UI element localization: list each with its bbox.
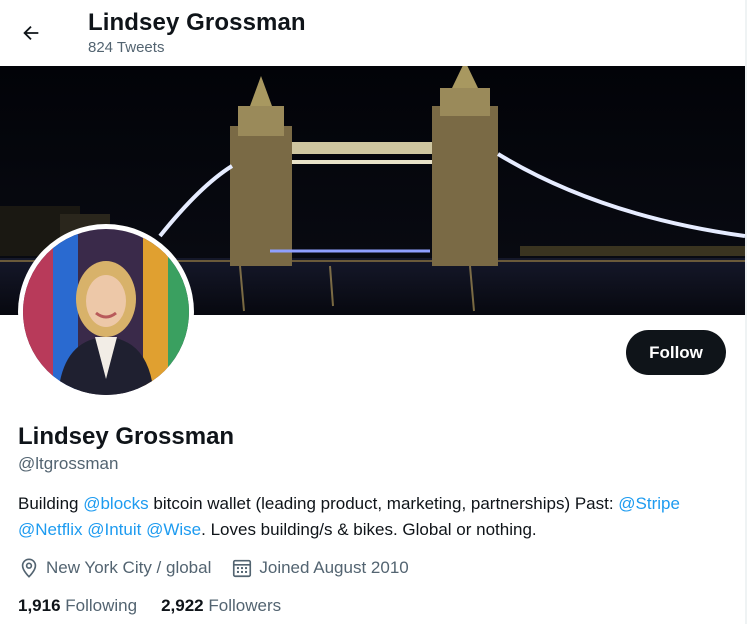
avatar-photo xyxy=(23,229,189,395)
mention-link-blocks[interactable]: @blocks xyxy=(83,494,148,513)
header-title: Lindsey Grossman xyxy=(88,9,306,36)
mention-link-wise[interactable]: @Wise xyxy=(146,520,201,539)
follow-stats: 1,916 Following 2,922 Followers xyxy=(18,596,305,616)
following-link[interactable]: 1,916 Following xyxy=(18,596,137,616)
join-date: Joined August 2010 xyxy=(231,557,409,579)
bio-text: Building xyxy=(18,494,84,513)
profile-meta: New York City / global Joined August 201… xyxy=(18,556,429,580)
location-pin-icon xyxy=(21,558,37,578)
followers-count: 2,922 xyxy=(161,596,204,615)
following-label: Following xyxy=(65,596,138,615)
following-count: 1,916 xyxy=(18,596,61,615)
mention-link-intuit[interactable]: @Intuit xyxy=(87,520,141,539)
profile-header: Lindsey Grossman 824 Tweets xyxy=(0,0,747,66)
back-button[interactable] xyxy=(12,14,50,52)
joined-text: Joined August 2010 xyxy=(259,558,409,577)
calendar-icon xyxy=(233,559,252,578)
location: New York City / global xyxy=(18,557,211,579)
bio-text: . Loves building/s & bikes. Global or no… xyxy=(201,520,537,539)
mention-link-netflix[interactable]: @Netflix xyxy=(18,520,83,539)
follow-button[interactable]: Follow xyxy=(626,330,726,375)
location-text: New York City / global xyxy=(46,558,212,577)
bio: Building @blocks bitcoin wallet (leading… xyxy=(18,491,718,543)
followers-label: Followers xyxy=(208,596,282,615)
back-arrow-icon xyxy=(23,25,39,41)
handle: @ltgrossman xyxy=(18,454,119,473)
bio-text: bitcoin wallet (leading product, marketi… xyxy=(148,494,619,513)
followers-link[interactable]: 2,922 Followers xyxy=(161,596,281,616)
tweet-count: 824 Tweets xyxy=(88,39,165,56)
avatar[interactable] xyxy=(18,224,194,400)
mention-link-stripe[interactable]: @Stripe xyxy=(618,494,680,513)
display-name: Lindsey Grossman xyxy=(18,423,235,450)
